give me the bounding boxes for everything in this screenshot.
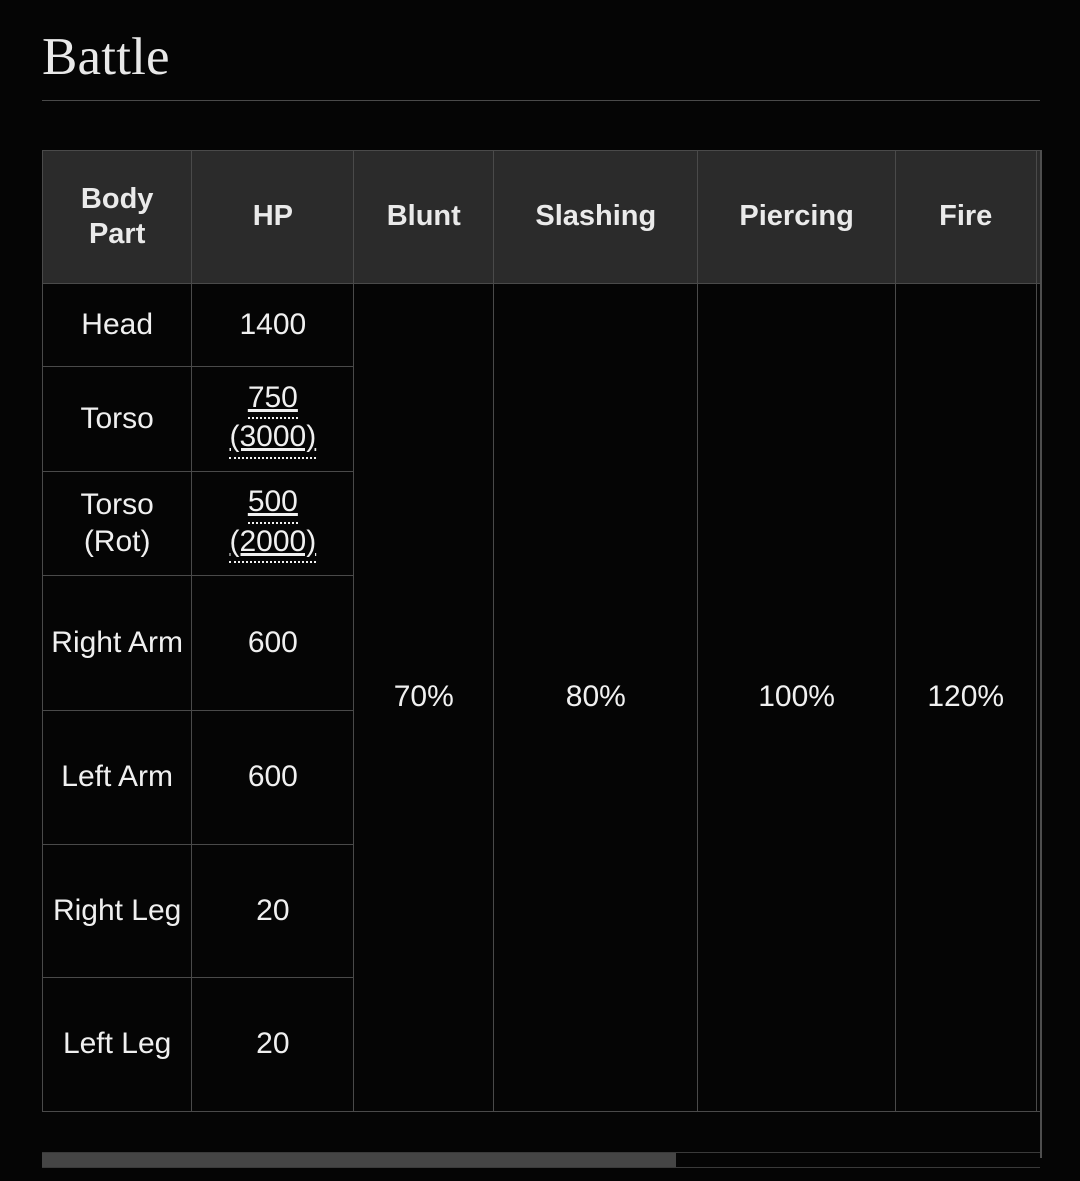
cell-body-part: Left Leg: [42, 978, 193, 1112]
cell-body-part: Right Arm: [42, 576, 193, 711]
cell-hp: 20: [192, 845, 355, 978]
cell-hp: 1400: [192, 284, 355, 367]
stats-table-scroll-container[interactable]: Body Part HP Blunt Slashing Piercing Fir…: [42, 150, 1042, 1158]
cell-resist-otherworldly: 120%: [1036, 284, 1040, 1112]
cell-body-part: Head: [42, 284, 193, 367]
column-header-slashing: Slashing: [494, 150, 699, 284]
column-header-piercing: Piercing: [698, 150, 896, 284]
cell-hp: 500 (2000): [192, 472, 355, 576]
cell-resist-blunt: 70%: [354, 284, 495, 1112]
cell-body-part: Torso (Rot): [42, 472, 193, 576]
column-header-otherworldly: Otherworldly: [1036, 150, 1040, 284]
cell-hp: 20: [192, 978, 355, 1112]
table-row: Head 1400 70% 80% 100% 120% 120%: [42, 284, 1040, 1112]
cell-hp: 600: [192, 576, 355, 711]
hp-value-abbr[interactable]: 500: [247, 485, 298, 524]
column-header-hp: HP: [192, 150, 355, 284]
cell-body-part: Torso: [42, 367, 193, 472]
column-header-body-part: Body Part: [42, 150, 193, 284]
table-header-row: Body Part HP Blunt Slashing Piercing Fir…: [42, 150, 1040, 284]
cell-body-part: Right Leg: [42, 845, 193, 978]
horizontal-scrollbar-thumb[interactable]: [42, 1153, 676, 1167]
hp-value-alt-abbr[interactable]: (3000): [229, 420, 317, 459]
heading-divider: [42, 99, 1040, 101]
cell-body-part: Left Arm: [42, 711, 193, 845]
column-header-fire: Fire: [895, 150, 1037, 284]
horizontal-scrollbar[interactable]: [42, 1152, 1040, 1168]
cell-resist-fire: 120%: [895, 284, 1037, 1112]
hp-value-abbr[interactable]: 750: [247, 381, 298, 419]
cell-resist-slashing: 80%: [494, 284, 699, 1112]
cell-hp: 750 (3000): [192, 367, 355, 472]
cell-resist-piercing: 100%: [698, 284, 896, 1112]
cell-hp: 600: [192, 711, 355, 845]
page-title: Battle: [42, 28, 170, 86]
hp-value-alt-abbr[interactable]: (2000): [229, 525, 317, 563]
body-part-stats-table: Body Part HP Blunt Slashing Piercing Fir…: [42, 150, 1040, 1112]
column-header-blunt: Blunt: [354, 150, 495, 284]
